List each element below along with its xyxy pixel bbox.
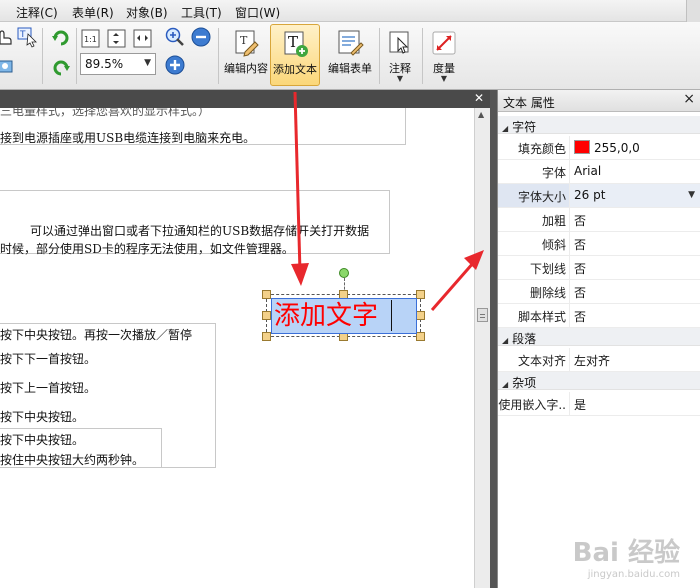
app-window: 注释(C) 表单(R) 对象(B) 工具(T) 窗口(W) T 1:1 89.5…: [0, 0, 700, 588]
prop-underline[interactable]: 下划线 否: [498, 256, 700, 280]
prop-strikethrough[interactable]: 删除线 否: [498, 280, 700, 304]
section-label: 字符: [512, 120, 537, 134]
prop-value: 否: [574, 262, 587, 276]
watermark-brand: Bai 经验: [572, 538, 680, 568]
prop-font-size[interactable]: 字体大小 26 pt ▼: [498, 184, 700, 208]
prop-value: 否: [574, 310, 587, 324]
prop-key: 下划线: [498, 256, 570, 279]
panel-splitter[interactable]: [490, 90, 497, 588]
prop-value: 否: [574, 286, 587, 300]
properties-panel: 文本 属性 × ◢ 字符 填充颜色 255,0,0 字体 Arial 字体大小 2…: [497, 90, 700, 588]
collapse-icon: ◢: [502, 336, 509, 345]
watermark-url: jingyan.baidu.com: [587, 569, 680, 580]
prop-key: 加粗: [498, 208, 570, 231]
section-label: 段落: [512, 332, 537, 346]
prop-value: Arial: [574, 164, 602, 178]
prop-value: 26 pt: [574, 188, 606, 202]
prop-embedded-font[interactable]: 使用嵌入字.. 是: [498, 392, 700, 416]
watermark: Bai 经验 jingyan.baidu.com: [573, 532, 680, 580]
prop-text-align[interactable]: 文本对齐 左对齐: [498, 348, 700, 372]
color-value: 255,0,0: [594, 141, 640, 155]
section-paragraph[interactable]: ◢ 段落: [498, 328, 700, 346]
prop-key: 使用嵌入字..: [498, 392, 570, 415]
prop-key: 删除线: [498, 280, 570, 303]
properties-header: 文本 属性 ×: [498, 90, 700, 112]
prop-italic[interactable]: 倾斜 否: [498, 232, 700, 256]
section-label: 杂项: [512, 376, 537, 390]
prop-key: 脚本样式: [498, 304, 570, 327]
prop-key: 倾斜: [498, 232, 570, 255]
properties-title: 文本 属性: [503, 96, 555, 110]
section-font[interactable]: ◢ 字符: [498, 116, 700, 134]
prop-key: 文本对齐: [498, 348, 570, 371]
prop-value: 255,0,0: [574, 140, 640, 155]
collapse-icon: ◢: [502, 380, 509, 389]
prop-value: 是: [574, 398, 587, 412]
prop-font[interactable]: 字体 Arial: [498, 160, 700, 184]
prop-bold[interactable]: 加粗 否: [498, 208, 700, 232]
prop-script-style[interactable]: 脚本样式 否: [498, 304, 700, 328]
prop-value: 否: [574, 214, 587, 228]
prop-key: 字体: [498, 160, 570, 183]
prop-value: 否: [574, 238, 587, 252]
prop-key: 填充颜色: [498, 136, 570, 159]
prop-fill-color[interactable]: 填充颜色 255,0,0: [498, 136, 700, 160]
color-swatch[interactable]: [574, 140, 590, 154]
prop-key: 字体大小: [498, 184, 570, 207]
prop-value: 左对齐: [574, 354, 611, 368]
section-misc[interactable]: ◢ 杂项: [498, 372, 700, 390]
collapse-icon: ◢: [502, 124, 509, 133]
close-icon[interactable]: ×: [683, 91, 695, 107]
chevron-down-icon[interactable]: ▼: [688, 190, 695, 200]
